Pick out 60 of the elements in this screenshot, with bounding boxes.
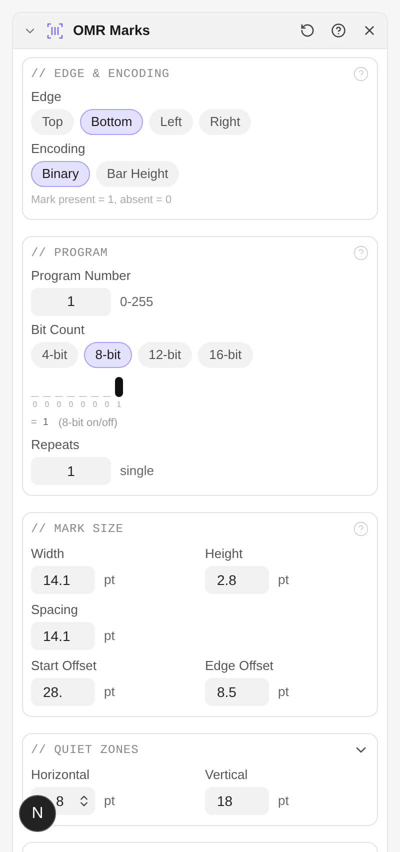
field-label: Horizontal bbox=[31, 766, 91, 784]
section-title: // EDGE & ENCODING bbox=[31, 66, 170, 83]
unit-label: pt bbox=[278, 792, 289, 810]
range-hint: 0-255 bbox=[120, 292, 154, 311]
option-chip[interactable]: 8-bit bbox=[84, 342, 132, 368]
field-label: Spacing bbox=[31, 601, 79, 619]
close-icon[interactable] bbox=[362, 23, 377, 38]
unit-label: pt bbox=[104, 792, 115, 810]
option-chip[interactable]: Bottom bbox=[80, 109, 144, 135]
help-icon[interactable] bbox=[331, 23, 346, 38]
bit-digit: 0 bbox=[32, 400, 38, 410]
field-label: Height bbox=[205, 545, 244, 563]
option-chip[interactable]: 4-bit bbox=[31, 342, 78, 368]
unit-label: pt bbox=[104, 627, 115, 646]
field-label: Bit Count bbox=[31, 320, 86, 338]
unit-label: pt bbox=[104, 683, 115, 702]
option-chip[interactable]: 12-bit bbox=[138, 342, 192, 368]
field-label: Width bbox=[31, 545, 66, 563]
bit-digit: 0 bbox=[92, 400, 98, 410]
unit-label: pt bbox=[104, 571, 115, 590]
option-chip[interactable]: Binary bbox=[31, 161, 90, 187]
number-field[interactable]: 18 bbox=[205, 787, 269, 815]
number-field[interactable]: 8.5 bbox=[205, 678, 269, 706]
option-chip[interactable]: Left bbox=[149, 109, 193, 135]
field-label: Edge Offset bbox=[205, 657, 274, 675]
barcode-icon bbox=[47, 22, 63, 38]
number-field[interactable]: 2.8 bbox=[205, 566, 269, 594]
section-title: // MARK SIZE bbox=[31, 521, 124, 538]
option-chip[interactable]: Top bbox=[31, 109, 74, 135]
number-field[interactable]: 28. bbox=[31, 678, 95, 706]
field-label: Vertical bbox=[205, 766, 249, 784]
section-title: // QUIET ZONES bbox=[31, 742, 139, 759]
number-field[interactable]: 1 bbox=[31, 457, 111, 485]
bit-digit: 0 bbox=[56, 400, 62, 410]
option-chip[interactable]: Bar Height bbox=[96, 161, 180, 187]
field-label: Start Offset bbox=[31, 657, 98, 675]
bit-digit: 0 bbox=[104, 400, 110, 410]
panel-title: OMR Marks bbox=[73, 21, 152, 40]
reset-icon[interactable] bbox=[300, 23, 315, 38]
field-label: Program Number bbox=[31, 266, 132, 284]
option-chip[interactable]: 16-bit bbox=[198, 342, 253, 368]
bit-digit: 1 bbox=[116, 400, 122, 410]
unit-label: pt bbox=[278, 571, 289, 590]
bit-caption: (8-bit on/off) bbox=[58, 416, 118, 430]
range-hint: single bbox=[120, 462, 154, 480]
field-label: Repeats bbox=[31, 436, 80, 454]
hint-text: Mark present = 1, absent = 0 bbox=[31, 193, 173, 208]
bit-digit: 0 bbox=[68, 400, 74, 410]
number-field[interactable]: 1 bbox=[31, 288, 111, 316]
unit-label: pt bbox=[278, 683, 289, 702]
bit-value: 1 bbox=[42, 416, 48, 430]
bit-digit: 0 bbox=[44, 400, 50, 410]
number-field[interactable]: 14.1 bbox=[31, 622, 95, 650]
equals-sign: = bbox=[31, 416, 37, 430]
field-label: Encoding bbox=[31, 140, 86, 158]
field-label: Edge bbox=[31, 88, 62, 106]
section-title: // PROGRAM bbox=[31, 244, 108, 262]
option-chip[interactable]: Right bbox=[198, 109, 252, 135]
bit-digit: 0 bbox=[80, 400, 86, 410]
number-field[interactable]: 14.1 bbox=[31, 566, 95, 594]
